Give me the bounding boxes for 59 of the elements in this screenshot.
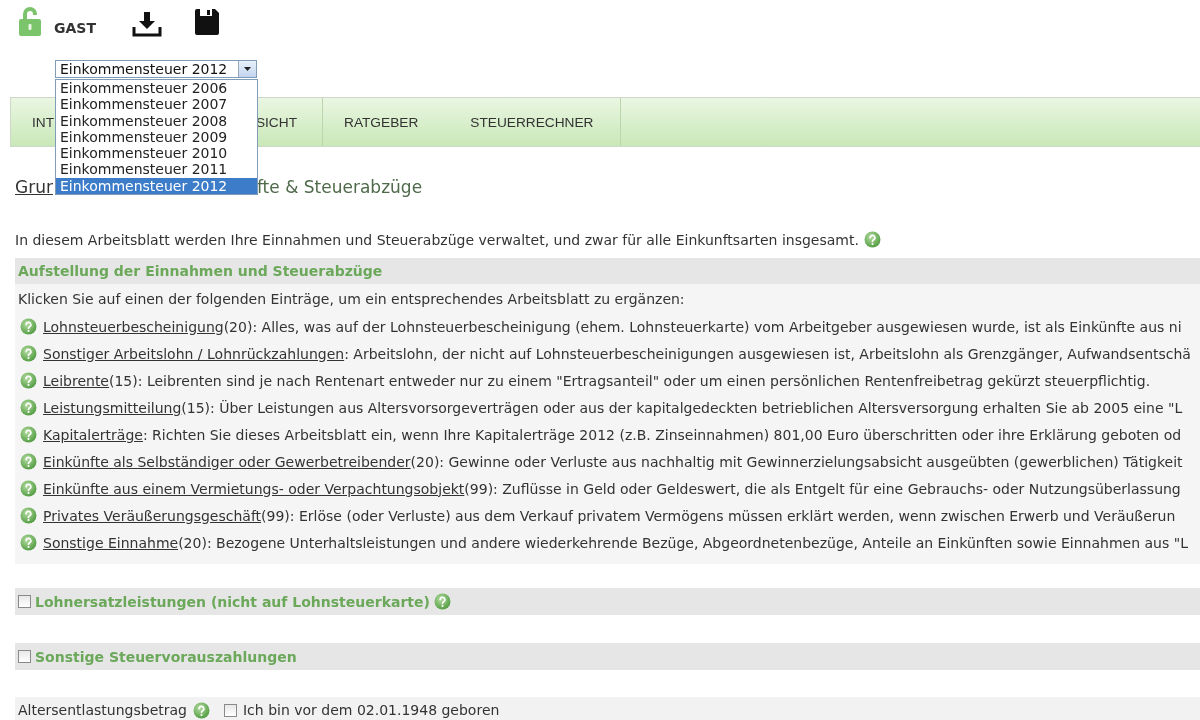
- dropdown-option[interactable]: Einkommensteuer 2006: [56, 80, 257, 97]
- checkbox[interactable]: [18, 650, 31, 663]
- help-icon[interactable]: [20, 507, 37, 524]
- dropdown-option[interactable]: Einkommensteuer 2010: [56, 145, 257, 162]
- entry-text: Einkünfte aus einem Vermietungs- oder Verpachtungsobjekt(99): Zuflüsse in Geld oder Geldeswert, die als Entgelt für eine Gebrauchs- oder Nutzungsüberlassung: [43, 480, 1181, 497]
- entry-text: Sonstige Einnahme(20): Bezogene Unterhaltsleistungen und andere wiederkehrende Bezüge, Abgeordnetenbezüge, Anteile an Einkünften sowie Einnahmen aus "L: [43, 534, 1188, 551]
- checkbox-label: Ich bin vor dem 02.01.1948 geboren: [243, 702, 500, 718]
- entry-link[interactable]: Einkünfte aus einem Vermietungs- oder Verpachtungsobjekt: [43, 480, 465, 497]
- checkbox[interactable]: [18, 595, 31, 608]
- entry-text: Lohnsteuerbescheinigung(20): Alles, was auf der Lohnsteuerbescheinigung (ehem. Lohnsteuerkarte) vom Arbeitgeber ausgewiesen wurde, ist als Einkünfte aus ni: [43, 318, 1182, 335]
- save-icon[interactable]: [193, 8, 220, 36]
- entry-link[interactable]: Leistungsmitteilung: [43, 399, 182, 416]
- page-title: fte & Steuerabzüge: [256, 177, 423, 197]
- help-icon[interactable]: [20, 399, 37, 416]
- help-icon[interactable]: [20, 318, 37, 335]
- nav-tab[interactable]: INT: [11, 98, 55, 146]
- section-title: Lohnersatzleistungen (nicht auf Lohnsteuerkarte): [35, 593, 430, 610]
- hint-text: Klicken Sie auf einen der folgenden Einträge, um ein entsprechendes Arbeitsblatt zu ergänzen:: [18, 290, 686, 309]
- help-icon[interactable]: [20, 372, 37, 389]
- dropdown-option[interactable]: Einkommensteuer 2009: [56, 128, 257, 146]
- download-icon[interactable]: [131, 10, 162, 38]
- section-header: Aufstellung der Einnahmen und Steuerabzüge: [15, 258, 1200, 284]
- field-label: Altersentlastungsbetrag: [18, 702, 187, 718]
- dropdown-option[interactable]: Einkommensteuer 2008: [56, 112, 257, 129]
- entry-text: Leistungsmitteilung(15): Über Leistungen aus Altersvorsorgeverträgen oder aus der kapitalgedeckten betrieblichen Altersversorgung erhalten Sie ab 2005 eine "L: [43, 399, 1183, 416]
- nav-tab[interactable]: RATGEBER: [323, 98, 441, 146]
- year-select[interactable]: Einkommensteuer 2012: [55, 60, 257, 78]
- breadcrumb-link[interactable]: Grur: [15, 177, 53, 197]
- entry-text: Sonstiger Arbeitslohn / Lohnrückzahlungen: Arbeitslohn, der nicht auf Lohnsteuerbescheinigungen ausgewiesen ist, Arbeitslohn als Grenzgänger, Aufwandsentschä: [43, 345, 1191, 362]
- entry-link[interactable]: Einkünfte als Selbständiger oder Gewerbetreibender: [43, 453, 411, 470]
- entry-link[interactable]: Privates Veräußerungsgeschäft: [43, 507, 262, 524]
- help-icon[interactable]: [863, 231, 881, 248]
- help-icon[interactable]: [20, 480, 37, 497]
- intro-text: In diesem Arbeitsblatt werden Ihre Einnahmen und Steuerabzüge verwaltet, und zwar für alle Einkunftsarten insgesamt.: [15, 231, 859, 248]
- dropdown-option[interactable]: Einkommensteuer 2012: [56, 177, 257, 195]
- caret-icon: [244, 67, 251, 71]
- nav-tab[interactable]: SICHT: [255, 98, 323, 146]
- section-title: Sonstige Steuervorauszahlungen: [35, 648, 297, 665]
- help-icon[interactable]: [20, 426, 37, 443]
- entry-link[interactable]: Sonstiger Arbeitslohn / Lohnrückzahlungen: [43, 345, 345, 362]
- entry-text: Einkünfte als Selbständiger oder Gewerbetreibender(20): Gewinne oder Verluste aus nachhaltig mit Gewinnerzielungsabsicht ausgeübten (gewerblichen) Tätigkeit: [43, 453, 1183, 470]
- entry-link[interactable]: Sonstige Einnahme: [43, 534, 179, 551]
- help-icon[interactable]: [20, 345, 37, 362]
- dropdown-option[interactable]: Einkommensteuer 2007: [56, 96, 257, 113]
- help-icon[interactable]: [193, 701, 210, 719]
- entry-link[interactable]: Lohnsteuerbescheinigung: [43, 318, 224, 335]
- checkbox[interactable]: [224, 703, 237, 717]
- entry-text: Kapitalerträge: Richten Sie dieses Arbeitsblatt ein, wenn Ihre Kapitalerträge 2012 (z.B. Zinseinnahmen) 801,00 Euro überschritten oder ihre Erklärung geboten od: [43, 426, 1182, 443]
- help-icon[interactable]: [20, 453, 37, 470]
- help-icon[interactable]: [433, 593, 451, 610]
- dropdown-option[interactable]: Einkommensteuer 2011: [56, 161, 257, 178]
- entry-link[interactable]: Kapitalerträge: [43, 426, 143, 443]
- padlock-icon: [18, 6, 42, 36]
- entry-text: Leibrente(15): Leibrenten sind je nach Rentenart entweder nur zu einem "Ertragsanteil" oder um einen persönlichen Rentenfreibetrag gekürzt steuerpflichtig.: [43, 372, 1151, 389]
- user-name: GAST: [54, 20, 96, 36]
- nav-tab[interactable]: STEUERRECHNER: [440, 98, 622, 146]
- entry-text: Privates Veräußerungsgeschäft(99): Erlöse (oder Verluste) aus dem Verkauf privatem Vermögens müssen erklärt werden, wenn zwischen Erwerb und Veräußerun: [43, 507, 1176, 524]
- help-icon[interactable]: [20, 534, 37, 551]
- entry-link[interactable]: Leibrente: [43, 372, 109, 389]
